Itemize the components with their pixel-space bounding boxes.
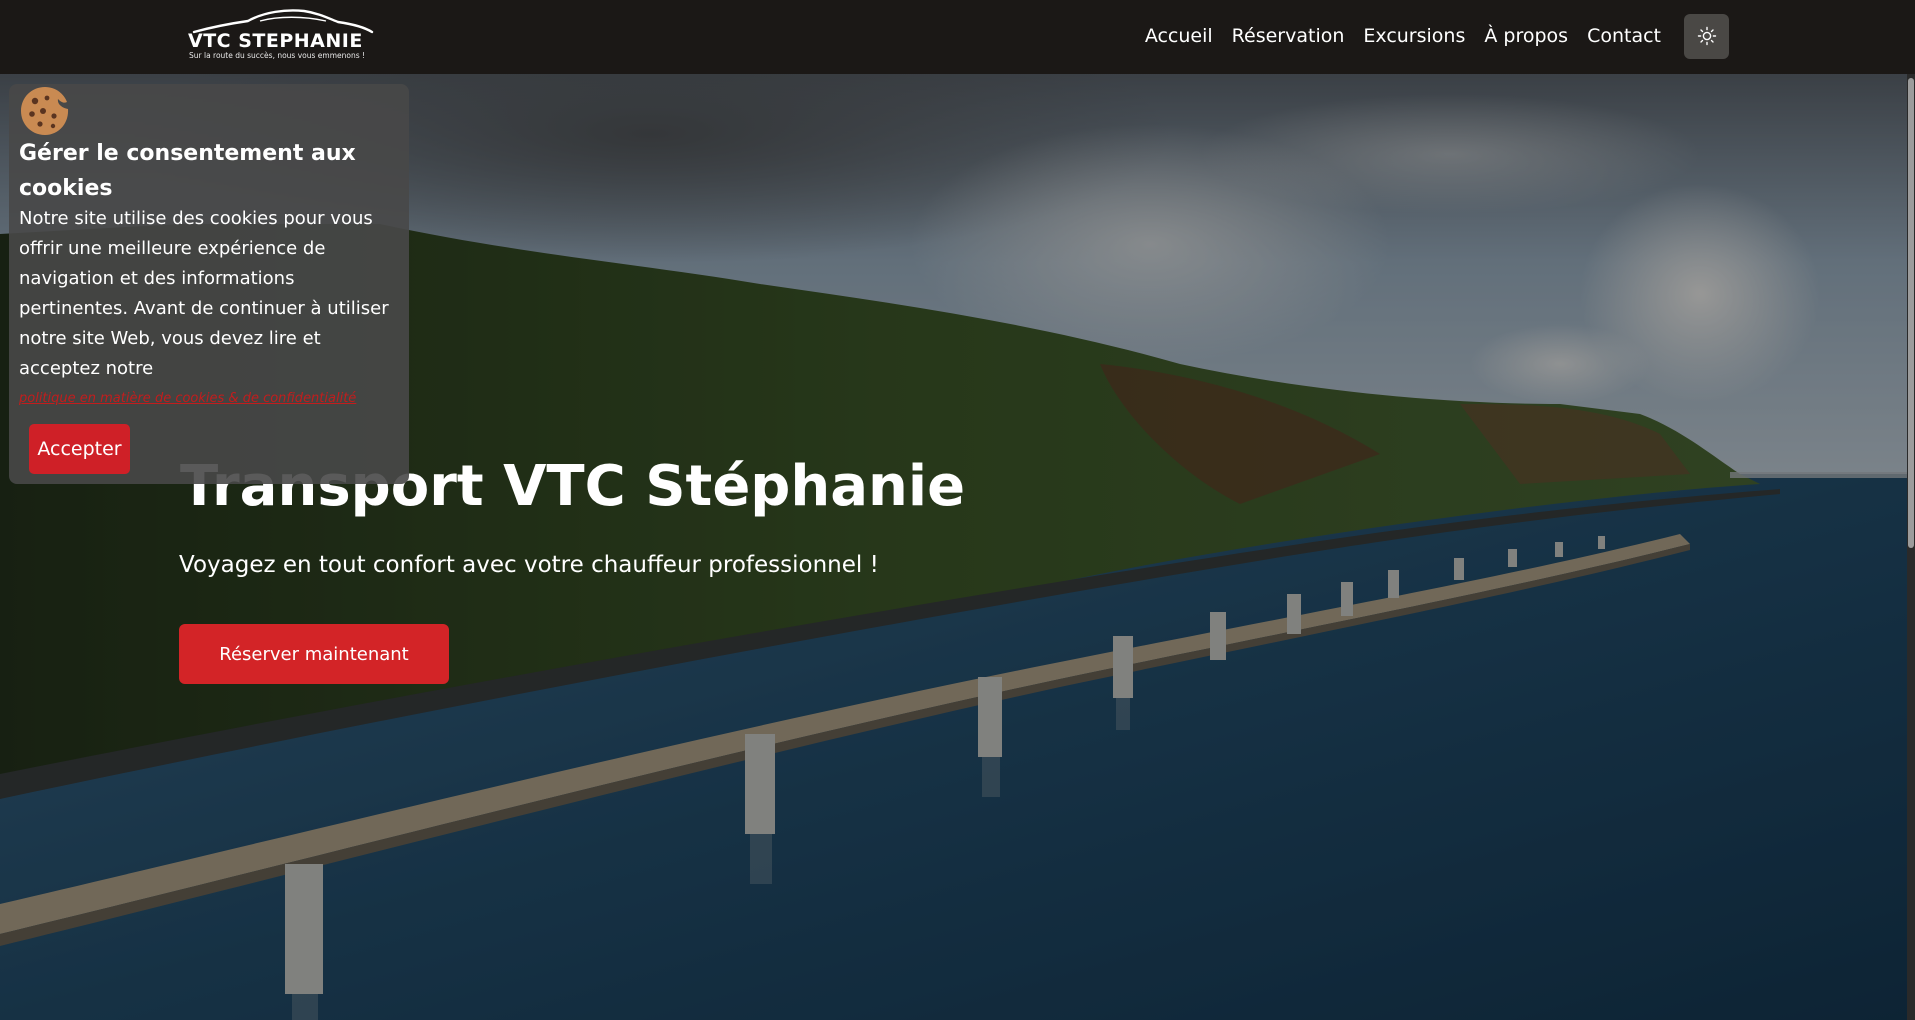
site-header: VTC STEPHANIE Sur la route du succès, no… (0, 0, 1915, 74)
hero-subtitle: Voyagez en tout confort avec votre chauf… (179, 552, 879, 578)
accept-cookies-button[interactable]: Accepter (29, 424, 130, 474)
theme-toggle-button[interactable] (1684, 13, 1729, 59)
book-now-button[interactable]: Réserver maintenant (179, 624, 449, 684)
nav-link-reservation[interactable]: Réservation (1232, 25, 1345, 47)
main-nav: Accueil Réservation Excursions À propos … (1126, 12, 1729, 60)
scrollbar-thumb[interactable] (1908, 78, 1914, 548)
sun-icon (1697, 26, 1716, 46)
cookie-banner-title: Gérer le consentement aux cookies (19, 141, 356, 201)
logo-tagline: Sur la route du succès, nous vous emmeno… (189, 51, 366, 60)
nav-link-a-propos[interactable]: À propos (1484, 25, 1568, 47)
page-scrollbar[interactable] (1907, 74, 1915, 1020)
nav-link-excursions[interactable]: Excursions (1363, 25, 1465, 47)
cookie-banner-text: Notre site utilise des cookies pour vous… (19, 208, 389, 379)
cookie-icon (21, 87, 69, 135)
nav-link-accueil[interactable]: Accueil (1145, 25, 1213, 47)
nav-link-contact[interactable]: Contact (1587, 25, 1661, 47)
site-logo[interactable]: VTC STEPHANIE Sur la route du succès, no… (186, 8, 376, 64)
cookie-consent-banner: Gérer le consentement aux cookies Notre … (9, 84, 409, 484)
logo-wordmark: VTC STEPHANIE (188, 30, 363, 52)
cookie-policy-link[interactable]: politique en matière de cookies & de con… (19, 391, 356, 406)
